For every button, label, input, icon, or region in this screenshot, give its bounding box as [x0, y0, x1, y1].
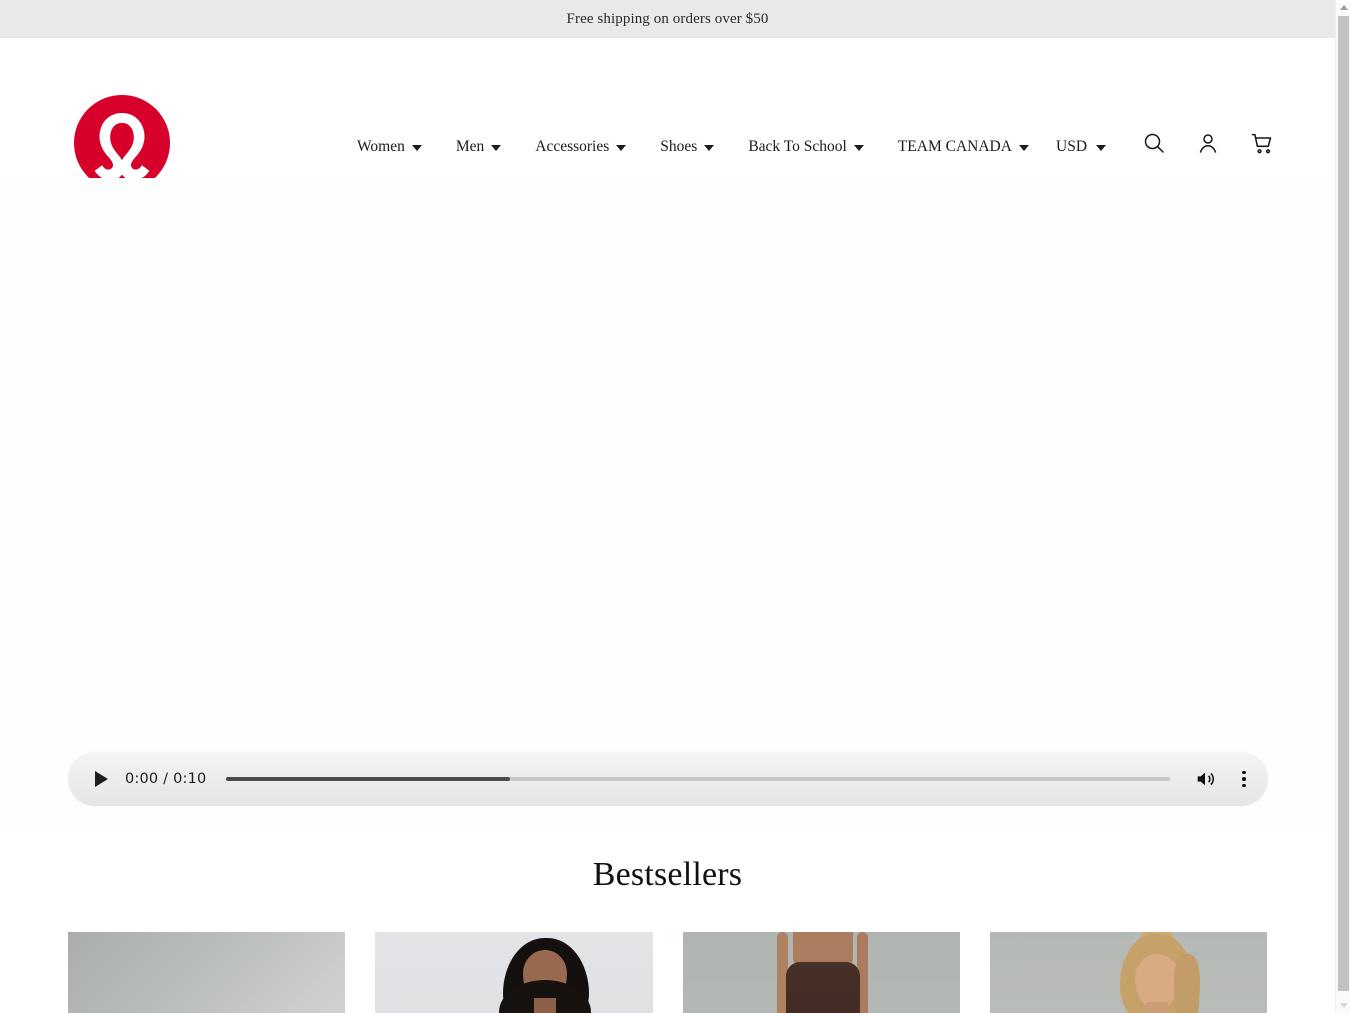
logo-circle: [74, 95, 170, 191]
header-icon-group: [1141, 130, 1275, 156]
primary-nav: Women Men Accessories Shoes Back To Scho…: [340, 134, 1046, 161]
dot: [1242, 777, 1246, 781]
volume-icon[interactable]: [1192, 766, 1218, 792]
nav-item-label: Accessories: [535, 138, 610, 155]
chevron-up-icon: [1339, 5, 1348, 10]
chevron-down-icon: [1339, 1003, 1348, 1008]
video-progress-fill: [226, 777, 510, 781]
logo-omega-icon: [94, 113, 150, 180]
dot: [1242, 770, 1246, 775]
announcement-text: Free shipping on orders over $50: [566, 10, 769, 27]
model-hair-side: [1173, 954, 1200, 1013]
dot: [1242, 783, 1246, 788]
browser-viewport: Free shipping on orders over $50 Women M…: [0, 0, 1335, 1013]
cart-icon[interactable]: [1249, 130, 1275, 156]
product-card-2[interactable]: [375, 932, 653, 1013]
model-leggings: [785, 962, 860, 1013]
currency-label: USD: [1056, 138, 1088, 155]
bestsellers-section: Bestsellers: [0, 828, 1335, 1013]
announcement-bar: Free shipping on orders over $50: [0, 0, 1335, 38]
vertical-scrollbar[interactable]: [1335, 0, 1350, 1013]
nav-item-label: Shoes: [660, 138, 698, 155]
video-control-bar: 0:00 / 0:10: [68, 752, 1268, 806]
nav-item-label: TEAM CANADA: [897, 138, 1012, 155]
hero-video-section: 0:00 / 0:10: [0, 178, 1335, 828]
nav-item-label: Back To School: [748, 138, 847, 155]
more-options-icon[interactable]: [1234, 766, 1254, 792]
product-grid: [0, 894, 1335, 1013]
lululemon-logo[interactable]: [74, 95, 170, 191]
scroll-up-button[interactable]: [1336, 0, 1350, 15]
chevron-down-icon: [411, 145, 422, 152]
product-card-1[interactable]: [68, 932, 346, 1013]
model-neck: [534, 998, 557, 1013]
product-card-3[interactable]: [682, 932, 960, 1013]
video-progress-slider[interactable]: [226, 777, 1170, 781]
product-image-1: [68, 932, 346, 1013]
chevron-down-icon: [1096, 145, 1107, 151]
nav-item-women[interactable]: Women: [340, 134, 439, 161]
nav-item-label: Women: [357, 138, 405, 155]
chevron-down-icon: [853, 145, 864, 152]
nav-item-team-canada[interactable]: TEAM CANADA: [881, 134, 1046, 161]
video-time-display: 0:00 / 0:10: [125, 771, 207, 787]
product-image-4: [989, 932, 1267, 1013]
scrollbar-thumb[interactable]: [1338, 16, 1349, 991]
nav-item-accessories[interactable]: Accessories: [518, 134, 643, 161]
hero-video-player[interactable]: [0, 178, 1335, 828]
nav-item-label: Men: [455, 138, 485, 155]
scroll-down-button[interactable]: [1336, 998, 1350, 1013]
page-title: Bestsellers: [592, 856, 743, 893]
nav-item-shoes[interactable]: Shoes: [643, 134, 731, 161]
nav-item-men[interactable]: Men: [439, 134, 518, 161]
chevron-down-icon: [704, 145, 715, 152]
account-icon[interactable]: [1195, 130, 1221, 156]
chevron-down-icon: [616, 145, 627, 152]
model-neck: [1145, 1002, 1168, 1013]
site-header: Women Men Accessories Shoes Back To Scho…: [0, 38, 1335, 191]
play-button[interactable]: [86, 764, 116, 794]
chevron-down-icon: [1018, 145, 1029, 152]
currency-selector[interactable]: USD: [1048, 134, 1114, 160]
play-icon: [94, 771, 108, 787]
search-icon[interactable]: [1141, 130, 1167, 156]
product-image-2: [375, 932, 653, 1013]
product-image-3: [682, 932, 960, 1013]
nav-item-back-to-school[interactable]: Back To School: [731, 134, 881, 161]
chevron-down-icon: [491, 145, 502, 152]
product-card-4[interactable]: [989, 932, 1267, 1013]
